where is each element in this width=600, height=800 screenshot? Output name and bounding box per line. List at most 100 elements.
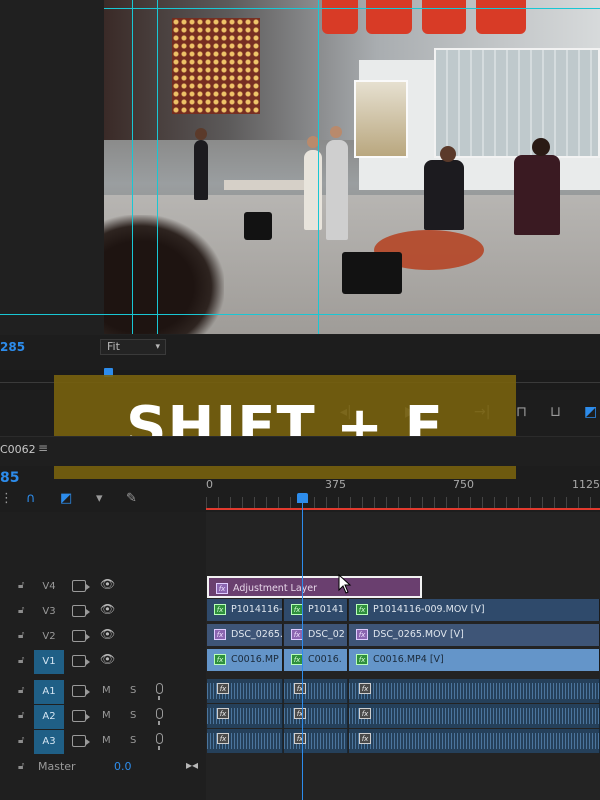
program-timecode[interactable]: 285: [0, 340, 25, 354]
audio-clip[interactable]: fx: [207, 704, 283, 728]
lock-icon[interactable]: 🔓︎: [18, 630, 24, 641]
zoom-level-value: Fit: [107, 340, 120, 353]
ruler-label: 750: [453, 478, 474, 491]
master-track-label: Master: [38, 760, 76, 773]
sequence-tab[interactable]: C0062: [0, 443, 36, 456]
mute-toggle[interactable]: M: [102, 710, 111, 721]
sync-lock-icon[interactable]: [72, 630, 90, 642]
fx-icon: fx: [359, 733, 371, 744]
microphone-icon[interactable]: [156, 708, 163, 725]
track-label[interactable]: V4: [34, 575, 64, 599]
clip-v2[interactable]: fx DSC_02: [284, 624, 348, 646]
clip-v2[interactable]: fx DSC_0265.MOV [V]: [349, 624, 600, 646]
clip-v3[interactable]: fx P1014116-009.MOV [V]: [349, 599, 600, 621]
lock-icon[interactable]: 🔓︎: [18, 605, 24, 616]
solo-toggle[interactable]: S: [130, 685, 136, 696]
clip-v1[interactable]: fx C0016.MP: [207, 649, 283, 671]
wrench-icon[interactable]: ✎: [126, 491, 137, 506]
eye-icon[interactable]: 👁︎: [100, 627, 115, 641]
sync-lock-icon[interactable]: [72, 580, 90, 592]
video-sign-letter: [366, 0, 412, 34]
lock-icon[interactable]: 🔓︎: [18, 710, 24, 721]
sequence-menu-icon[interactable]: ≡: [38, 441, 48, 455]
ruler-label: 0: [206, 478, 213, 491]
microphone-icon[interactable]: [156, 683, 163, 700]
clip-v1[interactable]: fx C0016.: [284, 649, 348, 671]
track-label[interactable]: V1: [34, 650, 64, 674]
fx-icon: fx: [214, 629, 226, 640]
sequence-timecode[interactable]: 85: [0, 470, 19, 486]
mute-toggle[interactable]: M: [102, 685, 111, 696]
audio-clip[interactable]: fx: [207, 729, 283, 753]
fx-icon: fx: [359, 708, 371, 719]
guide-line-horizontal[interactable]: [104, 8, 600, 9]
audio-clip[interactable]: fx: [284, 729, 348, 753]
fx-icon: fx: [356, 629, 368, 640]
video-person-head: [195, 128, 207, 140]
clip-name: P1014116-: [231, 604, 283, 615]
track-label[interactable]: V2: [34, 625, 64, 649]
timeline-header: [0, 436, 600, 466]
sync-lock-icon[interactable]: [72, 655, 90, 667]
extract-icon[interactable]: ⊔: [550, 404, 561, 420]
solo-toggle[interactable]: S: [130, 710, 136, 721]
lock-icon[interactable]: 🔓︎: [18, 580, 24, 591]
go-to-end-icon[interactable]: ▸◂: [186, 758, 198, 772]
guide-line-vertical[interactable]: [157, 0, 158, 334]
export-frame-icon[interactable]: ◩: [584, 404, 597, 420]
master-volume-value[interactable]: 0.0: [114, 760, 132, 773]
fx-icon: fx: [217, 683, 229, 694]
linked-selection-icon[interactable]: ◩: [60, 491, 72, 506]
audio-clip[interactable]: fx: [284, 679, 348, 703]
sync-lock-icon[interactable]: [72, 605, 90, 617]
lift-icon[interactable]: ⊓: [516, 404, 527, 420]
fx-icon: fx: [214, 604, 226, 615]
clip-adjustment-layer[interactable]: fx Adjustment Layer: [207, 576, 422, 598]
sync-lock-icon[interactable]: [72, 685, 90, 697]
snap-magnet-icon[interactable]: ∩: [26, 491, 36, 506]
clip-v2[interactable]: fx DSC_0265.: [207, 624, 283, 646]
track-label[interactable]: A1: [34, 680, 64, 704]
guide-line-vertical[interactable]: [132, 0, 133, 334]
eye-icon[interactable]: 👁︎: [100, 652, 115, 666]
video-sign-letter: [322, 0, 358, 34]
clip-v1[interactable]: fx C0016.MP4 [V]: [349, 649, 600, 671]
video-table: [224, 180, 304, 190]
mute-toggle[interactable]: M: [102, 735, 111, 746]
marker-icon[interactable]: ▾: [96, 491, 103, 506]
audio-clip[interactable]: fx: [349, 729, 600, 753]
track-header-v1: 🔓︎ V1 👁︎: [0, 650, 206, 674]
program-video-frame[interactable]: [104, 0, 600, 334]
lock-icon[interactable]: 🔓︎: [18, 735, 24, 746]
work-area-bar[interactable]: [206, 508, 600, 510]
eye-icon[interactable]: 👁︎: [100, 577, 115, 591]
lock-icon[interactable]: 🔓︎: [18, 685, 24, 696]
timeline-playhead-line[interactable]: [302, 500, 303, 800]
eye-icon[interactable]: 👁︎: [100, 602, 115, 616]
lock-icon[interactable]: 🔓︎: [18, 761, 24, 772]
audio-clip[interactable]: fx: [284, 704, 348, 728]
video-crowd: [104, 215, 224, 334]
audio-clip[interactable]: fx: [349, 679, 600, 703]
solo-toggle[interactable]: S: [130, 735, 136, 746]
fx-icon: fx: [356, 604, 368, 615]
guide-line-horizontal[interactable]: [0, 314, 600, 315]
zoom-level-select[interactable]: Fit ▾: [100, 339, 166, 355]
clip-v3[interactable]: fx P10141: [284, 599, 348, 621]
track-label[interactable]: V3: [34, 600, 64, 624]
guide-line-vertical[interactable]: [318, 0, 319, 334]
lock-icon[interactable]: 🔓︎: [18, 655, 24, 666]
sync-lock-icon[interactable]: [72, 710, 90, 722]
clip-name: C0016.MP: [231, 654, 279, 665]
fx-icon: fx: [294, 733, 306, 744]
audio-clip[interactable]: fx: [349, 704, 600, 728]
nest-icon[interactable]: ⋮: [0, 491, 13, 506]
track-label[interactable]: A3: [34, 730, 64, 754]
video-poster: [354, 80, 408, 158]
sync-lock-icon[interactable]: [72, 735, 90, 747]
video-person: [424, 160, 464, 230]
audio-clip[interactable]: fx: [207, 679, 283, 703]
microphone-icon[interactable]: [156, 733, 163, 750]
clip-v3[interactable]: fx P1014116-: [207, 599, 283, 621]
track-label[interactable]: A2: [34, 705, 64, 729]
